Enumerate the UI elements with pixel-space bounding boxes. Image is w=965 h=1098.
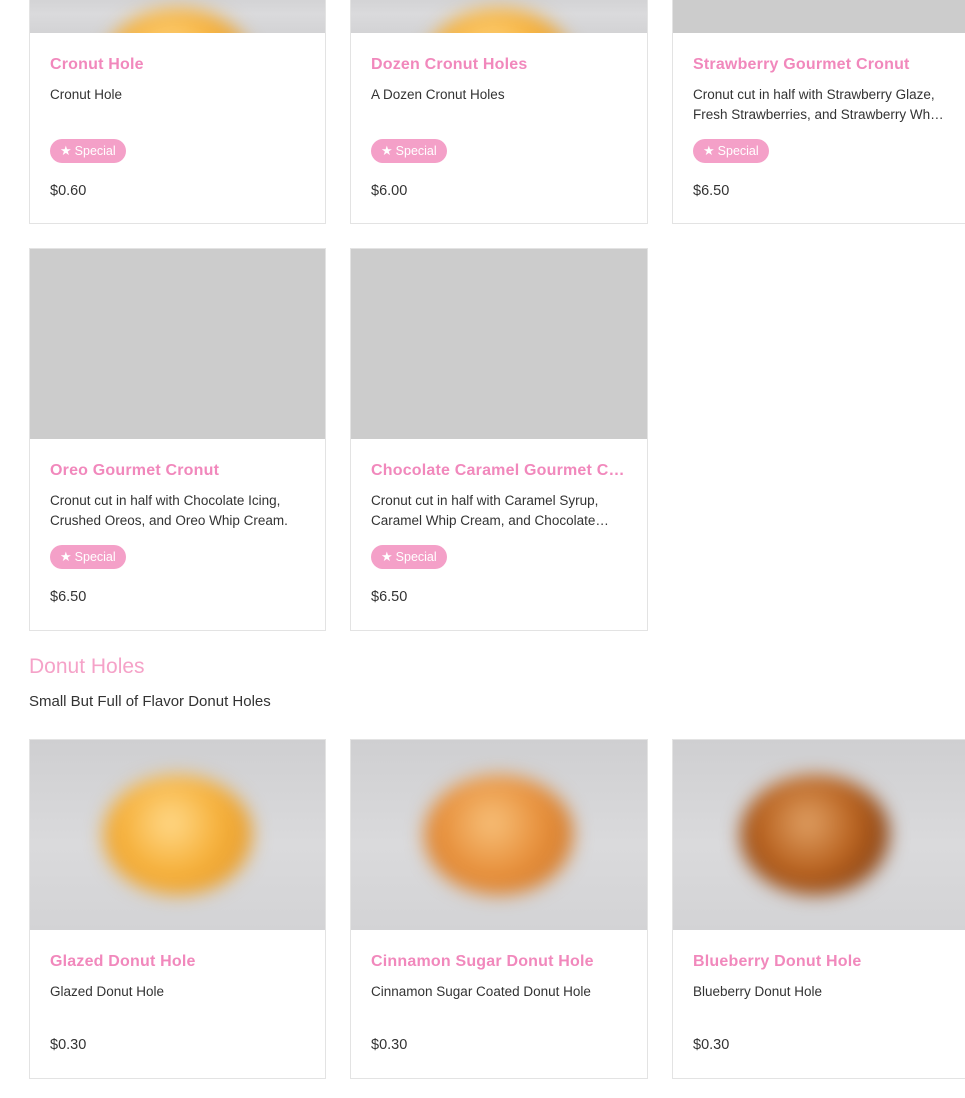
item-price: $0.30 bbox=[693, 1037, 730, 1053]
item-title[interactable]: Oreo Gourmet Cronut bbox=[50, 462, 307, 480]
item-description: Cronut Hole bbox=[50, 87, 123, 102]
menu-item-card-dozen-cronut-holes[interactable]: Dozen Cronut Holes A Dozen Cronut Holes … bbox=[350, 0, 648, 224]
menu-item-card-strawberry-gourmet-cronut[interactable]: Strawberry Gourmet Cronut Cronut cut in … bbox=[672, 0, 965, 224]
item-price: $0.60 bbox=[50, 183, 87, 199]
star-icon: ★ bbox=[60, 549, 72, 564]
item-price: $6.00 bbox=[371, 183, 408, 199]
item-photo bbox=[351, 740, 647, 930]
item-price: $6.50 bbox=[693, 183, 730, 199]
menu-item-card-oreo-gourmet-cronut[interactable]: Oreo Gourmet Cronut Cronut cut in half w… bbox=[29, 248, 326, 631]
item-photo bbox=[30, 0, 325, 33]
menu-item-card-cronut-hole[interactable]: Cronut Hole Cronut Hole ★ Special $0.60 bbox=[29, 0, 326, 224]
star-icon: ★ bbox=[381, 549, 393, 564]
item-photo-placeholder bbox=[673, 0, 965, 33]
section-title-donut-holes: Donut Holes bbox=[29, 655, 145, 678]
item-price: $6.50 bbox=[50, 589, 87, 605]
item-price: $6.50 bbox=[371, 589, 408, 605]
section-description: Small But Full of Flavor Donut Holes bbox=[29, 693, 271, 710]
special-badge: ★ Special bbox=[693, 139, 769, 163]
item-title[interactable]: Dozen Cronut Holes bbox=[371, 56, 629, 74]
item-title[interactable]: Blueberry Donut Hole bbox=[693, 953, 945, 971]
menu-item-card-blueberry-donut-hole[interactable]: Blueberry Donut Hole Blueberry Donut Hol… bbox=[672, 739, 965, 1079]
item-description: Blueberry Donut Hole bbox=[693, 984, 823, 999]
menu-item-card-cinnamon-sugar-donut-hole[interactable]: Cinnamon Sugar Donut Hole Cinnamon Sugar… bbox=[350, 739, 648, 1079]
item-description: Cronut cut in half with Caramel Syrup, C… bbox=[371, 493, 599, 528]
item-title[interactable]: Glazed Donut Hole bbox=[50, 953, 307, 971]
special-badge: ★ Special bbox=[50, 545, 126, 569]
item-title[interactable]: Strawberry Gourmet Cronut bbox=[693, 56, 945, 74]
item-description: A Dozen Cronut Holes bbox=[371, 87, 505, 102]
star-icon: ★ bbox=[60, 143, 72, 158]
item-description: Cronut cut in half with Chocolate Icing,… bbox=[50, 493, 288, 528]
item-description: Cronut cut in half with Strawberry Glaze… bbox=[693, 87, 941, 122]
menu-item-card-chocolate-caramel-gourmet-cronut[interactable]: Chocolate Caramel Gourmet Cronut Cronut … bbox=[350, 248, 648, 631]
item-price: $0.30 bbox=[371, 1037, 408, 1053]
star-icon: ★ bbox=[381, 143, 393, 158]
special-badge: ★ Special bbox=[371, 139, 447, 163]
item-photo-placeholder bbox=[351, 249, 647, 439]
special-badge: ★ Special bbox=[50, 139, 126, 163]
item-title[interactable]: Cronut Hole bbox=[50, 56, 307, 74]
menu-item-card-glazed-donut-hole[interactable]: Glazed Donut Hole Glazed Donut Hole $0.3… bbox=[29, 739, 326, 1079]
item-photo bbox=[30, 740, 325, 930]
item-title[interactable]: Cinnamon Sugar Donut Hole bbox=[371, 953, 629, 971]
item-title[interactable]: Chocolate Caramel Gourmet Cronut bbox=[371, 462, 629, 480]
star-icon: ★ bbox=[703, 143, 715, 158]
item-photo bbox=[351, 0, 647, 33]
item-photo bbox=[673, 740, 965, 930]
special-badge: ★ Special bbox=[371, 545, 447, 569]
item-description: Cinnamon Sugar Coated Donut Hole bbox=[371, 984, 591, 999]
item-price: $0.30 bbox=[50, 1037, 87, 1053]
item-description: Glazed Donut Hole bbox=[50, 984, 165, 999]
item-photo-placeholder bbox=[30, 249, 325, 439]
